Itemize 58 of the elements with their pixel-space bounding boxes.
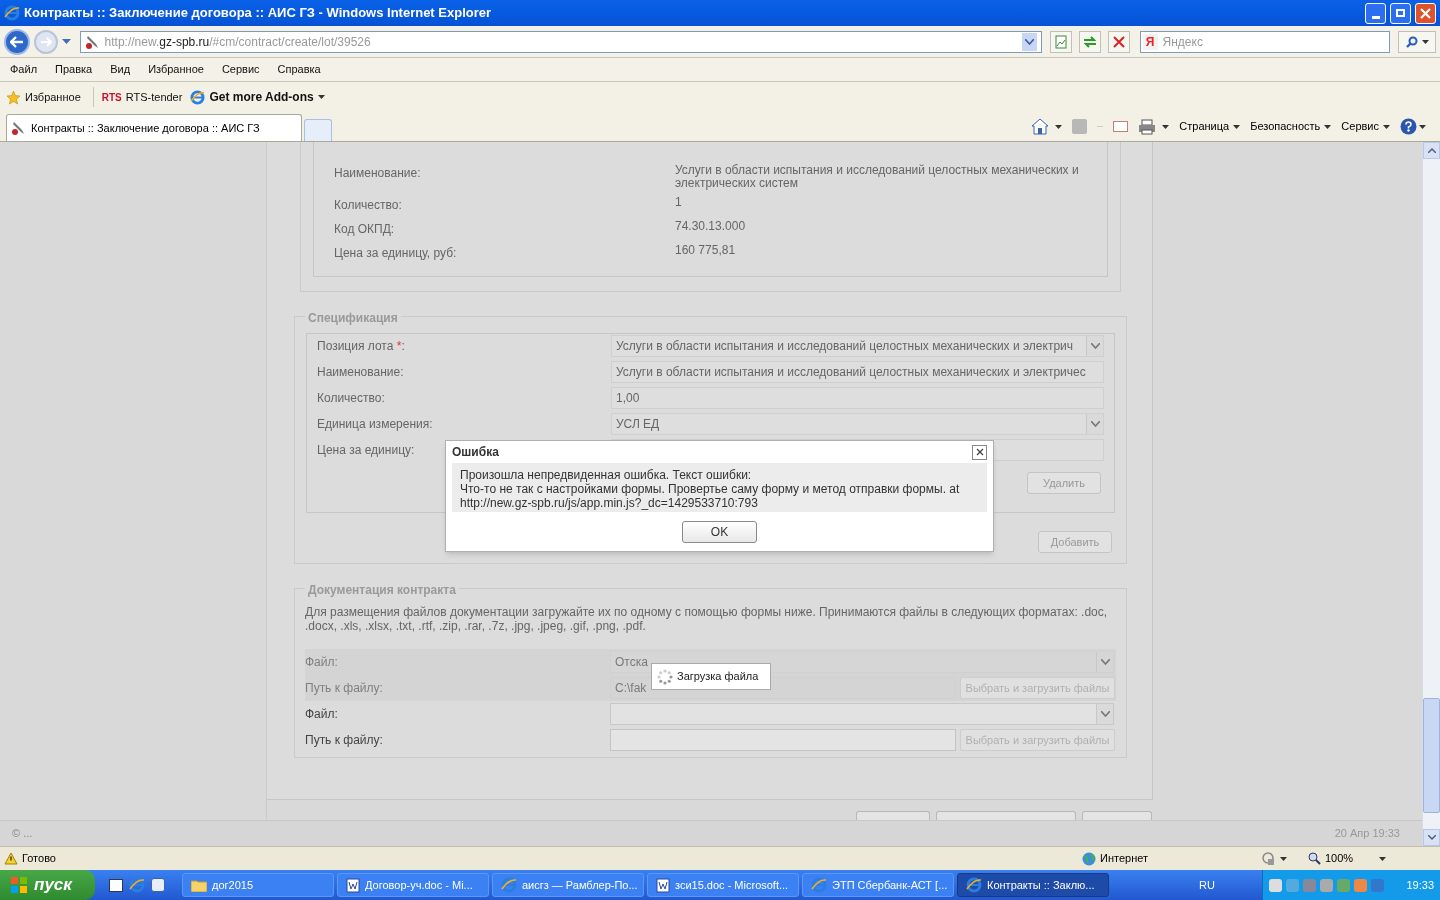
select-field[interactable]: Услуги в области испытания и исследований целостных механических и электрич — [611, 335, 1104, 357]
favorites-bar-item[interactable]: RTS RTS-tender — [101, 88, 183, 106]
taskbar-button[interactable]: ЭТП Сбербанк-АСТ [... — [802, 873, 954, 897]
input-field[interactable]: 1,00 — [611, 387, 1104, 409]
menu-item[interactable]: Правка — [55, 61, 93, 78]
zone-indicator: Интернет — [1082, 850, 1262, 867]
field-label: Путь к файлу: — [305, 681, 383, 695]
taskbar-button[interactable]: дог2015 — [182, 873, 334, 897]
field-label: Количество: — [334, 197, 403, 214]
field-value: Услуги в области испытания и исследований целостных механических и электрических систем — [675, 164, 1080, 190]
field-label: Единица измерения: — [317, 417, 433, 431]
ok-button[interactable]: OK — [682, 520, 757, 543]
clock: 19:33 — [1406, 877, 1434, 893]
input-field[interactable]: Услуги в области испытания и исследований целостных механических и электричес — [611, 361, 1104, 383]
taskbar-button[interactable]: аисгз — Рамблер-По... — [492, 873, 644, 897]
menu-item[interactable]: Сервис — [221, 61, 260, 78]
field-label: Цена за единицу, руб: — [334, 245, 458, 262]
menu-item[interactable]: Файл — [10, 61, 38, 78]
start-button[interactable]: пуск — [0, 870, 95, 900]
window-title: Контракты :: Заключение договора :: АИС ГЗ - Windows Internet Explorer — [24, 4, 493, 23]
field-label: Количество: — [317, 391, 385, 405]
status-text: Готово — [22, 851, 57, 867]
field-label: Путь к файлу: — [305, 733, 383, 747]
copyright-text: © ... — [12, 826, 33, 842]
field-label: Позиция лота *: — [317, 339, 405, 353]
field-value: 160 775,81 — [675, 244, 737, 259]
field-value: 74.30.13.000 — [675, 220, 747, 235]
field-value: 1 — [675, 196, 683, 211]
field-label: Наименование: — [334, 165, 422, 182]
field-label: Файл: — [305, 707, 338, 721]
field-label: Код ОКПД: — [334, 221, 396, 238]
browser-tab[interactable]: Контракты :: Заключение договора :: АИС ГЗ — [6, 114, 302, 141]
taskbar-button[interactable]: Контракты :: Заклю... — [957, 873, 1109, 897]
favorites-bar-item[interactable]: Избранное — [6, 87, 94, 107]
command-menu[interactable]: Страница — [1179, 118, 1241, 135]
field-label: Файл: — [305, 655, 338, 669]
fieldset-title: Спецификация — [305, 309, 401, 327]
language-indicator[interactable]: RU — [1199, 876, 1215, 894]
field-label: Цена за единицу: — [317, 443, 415, 457]
menu-item[interactable]: Вид — [110, 61, 131, 78]
favorites-bar-item[interactable]: Get more Add-ons — [190, 88, 325, 106]
error-message-line: Произошла непредвиденная ошибка. Текст ошибки: — [460, 468, 753, 482]
error-message-line: Что-то не так с настройками формы. Провертье саму форму и метод отправки формы. at — [460, 482, 961, 496]
field-label: Наименование: — [317, 365, 404, 379]
taskbar-button[interactable]: зси15.doc - Microsoft... — [647, 873, 799, 897]
rts-logo: RTS — [101, 90, 122, 105]
address-field[interactable]: http://new.gz-spb.ru/#cm/contract/create/lot/39526 — [79, 30, 1043, 53]
select-field[interactable]: УСЛ ЕД — [611, 413, 1104, 435]
menu-item[interactable]: Избранное — [148, 61, 204, 78]
taskbar-button[interactable]: Договор-уч.doc - Mi... — [337, 873, 489, 897]
command-menu[interactable]: Безопасность — [1250, 118, 1332, 135]
menu-item[interactable]: Справка — [277, 61, 321, 78]
upload-note: Для размещения файлов документации загружайте их по одному с помощью формы ниже. Принимаются файлы в следующих форматах: .doc, .docx, .xls, .xlsx, .txt, .rtf, .zip, .rar, .7z, .jpg, .jpeg, .gif, .png, .pdf. — [305, 605, 1109, 633]
command-menu[interactable]: Сервис — [1341, 118, 1390, 135]
dialog-title: Ошибка — [452, 444, 499, 461]
error-message-line: http://new.gz-spb.ru/js/app.min.js?_dc=1429533710:793 — [460, 496, 759, 510]
date-time-text: 20 Апр 19:33 — [1334, 826, 1401, 842]
zoom-level[interactable]: 100% — [1325, 850, 1354, 867]
